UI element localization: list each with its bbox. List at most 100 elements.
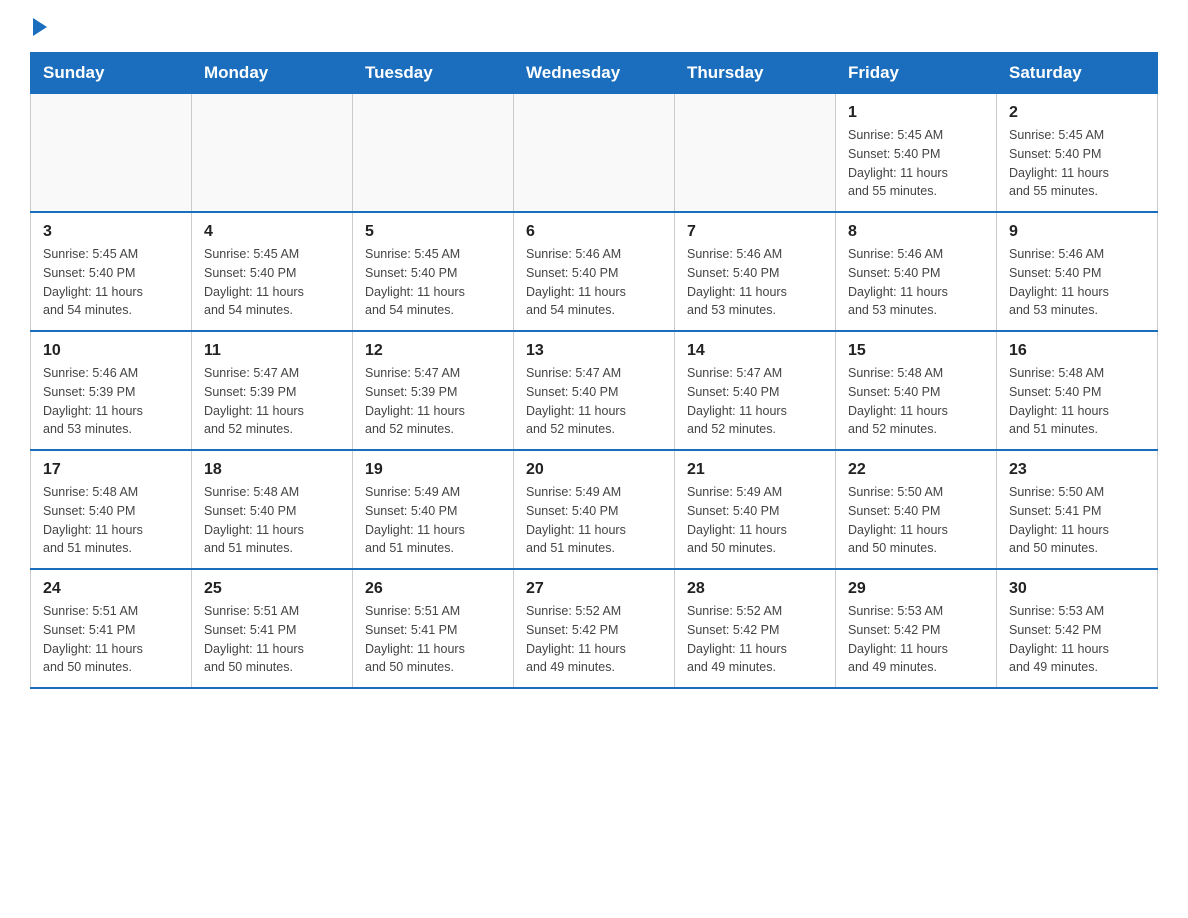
- calendar-cell: [675, 94, 836, 213]
- calendar-cell: 14 Sunrise: 5:47 AMSunset: 5:40 PMDayligh…: [675, 331, 836, 450]
- day-info: Sunrise: 5:51 AMSunset: 5:41 PMDaylight:…: [204, 602, 340, 677]
- calendar-cell: 11 Sunrise: 5:47 AMSunset: 5:39 PMDayligh…: [192, 331, 353, 450]
- day-number: 6: [526, 223, 662, 241]
- day-info: Sunrise: 5:49 AMSunset: 5:40 PMDaylight:…: [526, 483, 662, 558]
- day-number: 11: [204, 342, 340, 360]
- calendar-cell: 26 Sunrise: 5:51 AMSunset: 5:41 PMDayligh…: [353, 569, 514, 688]
- day-info: Sunrise: 5:53 AMSunset: 5:42 PMDaylight:…: [848, 602, 984, 677]
- day-number: 12: [365, 342, 501, 360]
- calendar-cell: 16 Sunrise: 5:48 AMSunset: 5:40 PMDayligh…: [997, 331, 1158, 450]
- day-info: Sunrise: 5:46 AMSunset: 5:39 PMDaylight:…: [43, 364, 179, 439]
- day-number: 3: [43, 223, 179, 241]
- day-info: Sunrise: 5:52 AMSunset: 5:42 PMDaylight:…: [687, 602, 823, 677]
- day-number: 2: [1009, 104, 1145, 122]
- day-number: 13: [526, 342, 662, 360]
- day-header-tuesday: Tuesday: [353, 53, 514, 94]
- day-number: 22: [848, 461, 984, 479]
- logo-arrow-icon: [33, 18, 47, 36]
- day-number: 17: [43, 461, 179, 479]
- day-info: Sunrise: 5:50 AMSunset: 5:41 PMDaylight:…: [1009, 483, 1145, 558]
- header: [30, 20, 1158, 36]
- day-info: Sunrise: 5:45 AMSunset: 5:40 PMDaylight:…: [1009, 126, 1145, 201]
- day-info: Sunrise: 5:48 AMSunset: 5:40 PMDaylight:…: [1009, 364, 1145, 439]
- day-info: Sunrise: 5:49 AMSunset: 5:40 PMDaylight:…: [687, 483, 823, 558]
- calendar-cell: 2 Sunrise: 5:45 AMSunset: 5:40 PMDaylight…: [997, 94, 1158, 213]
- calendar-cell: [514, 94, 675, 213]
- day-number: 24: [43, 580, 179, 598]
- day-header-monday: Monday: [192, 53, 353, 94]
- day-number: 18: [204, 461, 340, 479]
- day-number: 8: [848, 223, 984, 241]
- day-info: Sunrise: 5:46 AMSunset: 5:40 PMDaylight:…: [526, 245, 662, 320]
- day-number: 4: [204, 223, 340, 241]
- calendar-cell: 8 Sunrise: 5:46 AMSunset: 5:40 PMDaylight…: [836, 212, 997, 331]
- day-info: Sunrise: 5:49 AMSunset: 5:40 PMDaylight:…: [365, 483, 501, 558]
- day-number: 14: [687, 342, 823, 360]
- day-info: Sunrise: 5:47 AMSunset: 5:39 PMDaylight:…: [365, 364, 501, 439]
- calendar-week-row: 24 Sunrise: 5:51 AMSunset: 5:41 PMDayligh…: [31, 569, 1158, 688]
- calendar-cell: 30Sunrise: 5:53 AMSunset: 5:42 PMDayligh…: [997, 569, 1158, 688]
- calendar-week-row: 3 Sunrise: 5:45 AMSunset: 5:40 PMDaylight…: [31, 212, 1158, 331]
- day-number: 26: [365, 580, 501, 598]
- day-number: 29: [848, 580, 984, 598]
- calendar-week-row: 17 Sunrise: 5:48 AMSunset: 5:40 PMDayligh…: [31, 450, 1158, 569]
- day-number: 16: [1009, 342, 1145, 360]
- day-header-saturday: Saturday: [997, 53, 1158, 94]
- day-info: Sunrise: 5:45 AMSunset: 5:40 PMDaylight:…: [43, 245, 179, 320]
- calendar-cell: 4Sunrise: 5:45 AMSunset: 5:40 PMDaylight…: [192, 212, 353, 331]
- calendar-week-row: 1Sunrise: 5:45 AMSunset: 5:40 PMDaylight…: [31, 94, 1158, 213]
- day-info: Sunrise: 5:51 AMSunset: 5:41 PMDaylight:…: [365, 602, 501, 677]
- day-number: 15: [848, 342, 984, 360]
- calendar-cell: 1Sunrise: 5:45 AMSunset: 5:40 PMDaylight…: [836, 94, 997, 213]
- day-info: Sunrise: 5:48 AMSunset: 5:40 PMDaylight:…: [848, 364, 984, 439]
- day-info: Sunrise: 5:46 AMSunset: 5:40 PMDaylight:…: [687, 245, 823, 320]
- day-info: Sunrise: 5:48 AMSunset: 5:40 PMDaylight:…: [43, 483, 179, 558]
- day-number: 5: [365, 223, 501, 241]
- calendar-cell: 13 Sunrise: 5:47 AMSunset: 5:40 PMDayligh…: [514, 331, 675, 450]
- day-info: Sunrise: 5:46 AMSunset: 5:40 PMDaylight:…: [1009, 245, 1145, 320]
- calendar-cell: 27 Sunrise: 5:52 AMSunset: 5:42 PMDayligh…: [514, 569, 675, 688]
- calendar-cell: 3 Sunrise: 5:45 AMSunset: 5:40 PMDaylight…: [31, 212, 192, 331]
- calendar-cell: 28 Sunrise: 5:52 AMSunset: 5:42 PMDayligh…: [675, 569, 836, 688]
- day-info: Sunrise: 5:47 AMSunset: 5:40 PMDaylight:…: [526, 364, 662, 439]
- calendar-cell: 7Sunrise: 5:46 AMSunset: 5:40 PMDaylight…: [675, 212, 836, 331]
- day-info: Sunrise: 5:45 AMSunset: 5:40 PMDaylight:…: [848, 126, 984, 201]
- day-number: 28: [687, 580, 823, 598]
- calendar-cell: [192, 94, 353, 213]
- calendar-cell: 6 Sunrise: 5:46 AMSunset: 5:40 PMDaylight…: [514, 212, 675, 331]
- calendar-header-row: SundayMondayTuesdayWednesdayThursdayFrid…: [31, 53, 1158, 94]
- calendar-cell: 24 Sunrise: 5:51 AMSunset: 5:41 PMDayligh…: [31, 569, 192, 688]
- day-info: Sunrise: 5:52 AMSunset: 5:42 PMDaylight:…: [526, 602, 662, 677]
- day-number: 9: [1009, 223, 1145, 241]
- calendar-cell: 5 Sunrise: 5:45 AMSunset: 5:40 PMDaylight…: [353, 212, 514, 331]
- day-number: 19: [365, 461, 501, 479]
- calendar-cell: 10 Sunrise: 5:46 AMSunset: 5:39 PMDayligh…: [31, 331, 192, 450]
- calendar-cell: 21 Sunrise: 5:49 AMSunset: 5:40 PMDayligh…: [675, 450, 836, 569]
- calendar-cell: 22Sunrise: 5:50 AMSunset: 5:40 PMDayligh…: [836, 450, 997, 569]
- day-info: Sunrise: 5:45 AMSunset: 5:40 PMDaylight:…: [365, 245, 501, 320]
- calendar-cell: 18Sunrise: 5:48 AMSunset: 5:40 PMDayligh…: [192, 450, 353, 569]
- calendar-cell: 19 Sunrise: 5:49 AMSunset: 5:40 PMDayligh…: [353, 450, 514, 569]
- day-number: 25: [204, 580, 340, 598]
- day-number: 30: [1009, 580, 1145, 598]
- day-header-sunday: Sunday: [31, 53, 192, 94]
- day-number: 27: [526, 580, 662, 598]
- day-header-wednesday: Wednesday: [514, 53, 675, 94]
- day-info: Sunrise: 5:51 AMSunset: 5:41 PMDaylight:…: [43, 602, 179, 677]
- day-info: Sunrise: 5:47 AMSunset: 5:40 PMDaylight:…: [687, 364, 823, 439]
- calendar-cell: [353, 94, 514, 213]
- logo: [30, 20, 47, 36]
- calendar-cell: 17 Sunrise: 5:48 AMSunset: 5:40 PMDayligh…: [31, 450, 192, 569]
- day-number: 21: [687, 461, 823, 479]
- calendar-cell: 25 Sunrise: 5:51 AMSunset: 5:41 PMDayligh…: [192, 569, 353, 688]
- calendar-cell: 23 Sunrise: 5:50 AMSunset: 5:41 PMDayligh…: [997, 450, 1158, 569]
- day-number: 10: [43, 342, 179, 360]
- day-info: Sunrise: 5:47 AMSunset: 5:39 PMDaylight:…: [204, 364, 340, 439]
- calendar-table: SundayMondayTuesdayWednesdayThursdayFrid…: [30, 52, 1158, 689]
- calendar-cell: 12 Sunrise: 5:47 AMSunset: 5:39 PMDayligh…: [353, 331, 514, 450]
- calendar-cell: [31, 94, 192, 213]
- day-info: Sunrise: 5:46 AMSunset: 5:40 PMDaylight:…: [848, 245, 984, 320]
- day-number: 23: [1009, 461, 1145, 479]
- day-number: 20: [526, 461, 662, 479]
- calendar-cell: 20 Sunrise: 5:49 AMSunset: 5:40 PMDayligh…: [514, 450, 675, 569]
